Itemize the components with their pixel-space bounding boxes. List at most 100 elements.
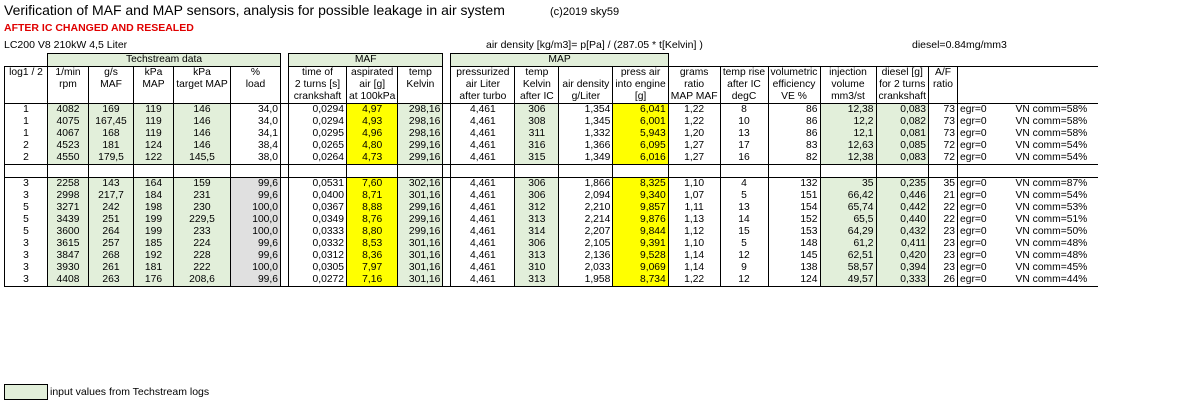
table-cell[interactable]: 4 — [719, 177, 769, 190]
table-cell[interactable]: 4,461 — [450, 152, 516, 165]
header-cell[interactable] — [173, 91, 231, 104]
blank-cell[interactable] — [668, 54, 1097, 67]
table-cell[interactable]: 257 — [88, 238, 134, 250]
table-cell[interactable]: 1 — [4, 103, 48, 116]
table-cell[interactable]: 15 — [719, 226, 769, 238]
table-cell[interactable]: 5 — [719, 190, 769, 202]
table-cell[interactable]: 100,0 — [230, 202, 281, 214]
table-cell[interactable]: VN comm=45% — [1014, 262, 1098, 274]
table-cell[interactable]: 72 — [928, 152, 959, 165]
header-cell[interactable]: load — [230, 79, 281, 91]
header-cell[interactable]: A/F — [928, 66, 959, 79]
table-cell[interactable]: 4,461 — [450, 103, 516, 116]
header-cell[interactable]: kPa — [173, 66, 231, 79]
table-cell[interactable]: 38,0 — [230, 152, 281, 165]
table-cell[interactable]: 0,0265 — [288, 140, 347, 152]
header-cell[interactable]: air [g] — [345, 79, 399, 91]
table-cell[interactable]: egr=0 — [957, 274, 1014, 287]
header-cell[interactable]: pressurized — [450, 66, 516, 79]
table-cell[interactable]: 99,6 — [230, 250, 281, 262]
table-cell[interactable]: 217,7 — [88, 190, 134, 202]
table-cell[interactable]: 167,45 — [88, 116, 134, 128]
group-maf[interactable]: MAF — [287, 53, 444, 67]
table-cell[interactable]: 2,210 — [558, 202, 614, 214]
table-cell[interactable]: 198 — [133, 202, 174, 214]
table-cell[interactable]: 99,6 — [230, 177, 281, 190]
table-cell[interactable]: 148 — [767, 238, 821, 250]
header-cell[interactable] — [133, 91, 174, 104]
header-cell[interactable]: g/s — [88, 66, 134, 79]
table-cell[interactable]: 311 — [514, 128, 560, 140]
table-cell[interactable]: 1,13 — [667, 214, 721, 226]
header-cell[interactable]: g/Liter — [558, 91, 614, 104]
table-cell[interactable]: 298,16 — [397, 128, 444, 140]
table-cell[interactable]: egr=0 — [958, 262, 1014, 274]
table-cell[interactable]: egr=0 — [958, 226, 1014, 238]
table-cell[interactable]: 313 — [514, 250, 560, 262]
header-cell[interactable]: [g] — [612, 91, 669, 104]
table-cell[interactable]: 9,391 — [612, 238, 669, 250]
table-cell[interactable]: 6,001 — [612, 116, 669, 128]
table-cell[interactable]: 62,51 — [819, 250, 877, 262]
table-cell[interactable]: 13 — [719, 202, 769, 214]
table-cell[interactable]: 0,0531 — [288, 177, 347, 190]
table-cell[interactable]: 73 — [928, 103, 959, 116]
header-cell[interactable]: time of — [288, 66, 347, 79]
table-cell[interactable]: 208,6 — [173, 274, 231, 287]
table-cell[interactable]: 168 — [88, 128, 134, 140]
table-cell[interactable]: 313 — [514, 214, 560, 226]
table-cell[interactable]: 23 — [928, 262, 959, 274]
table-cell[interactable]: 34,0 — [230, 103, 281, 116]
table-cell[interactable]: 9,844 — [612, 226, 669, 238]
table-cell[interactable]: VN comm=44% — [1013, 274, 1098, 287]
table-cell[interactable]: 306 — [514, 190, 560, 202]
table-cell[interactable]: 1,10 — [667, 177, 721, 190]
table-cell[interactable]: 299,16 — [397, 152, 444, 165]
table-cell[interactable]: 3 — [4, 262, 48, 274]
table-cell[interactable]: 242 — [88, 202, 134, 214]
table-cell[interactable]: 0,446 — [875, 190, 930, 202]
table-cell[interactable]: 298,16 — [397, 103, 444, 116]
table-cell[interactable]: 0,083 — [875, 103, 930, 116]
table-cell[interactable]: 124 — [133, 140, 174, 152]
table-cell[interactable]: 146 — [173, 116, 231, 128]
table-cell[interactable]: 176 — [133, 274, 174, 287]
table-cell[interactable]: 9,857 — [612, 202, 669, 214]
table-cell[interactable]: 185 — [133, 238, 174, 250]
table-cell[interactable]: 58,57 — [819, 262, 877, 274]
header-cell[interactable]: 1/min — [47, 66, 89, 79]
table-cell[interactable]: 3600 — [47, 226, 89, 238]
table-cell[interactable]: 7,16 — [345, 274, 399, 287]
table-cell[interactable]: 302,16 — [397, 177, 444, 190]
header-cell[interactable]: temp — [397, 66, 444, 79]
header-cell[interactable] — [4, 91, 48, 104]
table-cell[interactable]: 0,081 — [875, 128, 930, 140]
header-cell[interactable]: kPa — [133, 66, 174, 79]
table-cell[interactable]: 4,96 — [345, 128, 399, 140]
table-cell[interactable]: 23 — [928, 238, 959, 250]
table-cell[interactable]: 1,10 — [667, 238, 721, 250]
table-cell[interactable]: 4,461 — [450, 274, 516, 287]
table-cell[interactable]: 3847 — [47, 250, 89, 262]
table-cell[interactable]: 132 — [767, 177, 821, 190]
table-cell[interactable]: 229,5 — [173, 214, 231, 226]
table-cell[interactable]: 1,958 — [558, 274, 614, 287]
group-techstream[interactable]: Techstream data — [47, 53, 281, 67]
table-cell[interactable]: 1,866 — [558, 177, 614, 190]
table-cell[interactable]: 306 — [514, 103, 560, 116]
table-cell[interactable]: 1 — [4, 128, 48, 140]
table-cell[interactable]: 23 — [928, 250, 959, 262]
table-cell[interactable]: 0,0305 — [288, 262, 347, 274]
table-cell[interactable]: 164 — [133, 177, 174, 190]
header-cell[interactable]: temp rise — [719, 66, 769, 79]
table-cell[interactable]: 4,73 — [345, 152, 399, 165]
table-cell[interactable]: 12,38 — [819, 103, 877, 116]
table-cell[interactable]: 264 — [88, 226, 134, 238]
table-cell[interactable]: 299,16 — [397, 226, 444, 238]
table-cell[interactable]: 199 — [133, 214, 174, 226]
table-cell[interactable]: 310 — [514, 262, 560, 274]
table-cell[interactable]: 9,876 — [612, 214, 669, 226]
table-cell[interactable]: 1,22 — [667, 103, 721, 116]
table-cell[interactable]: 8,76 — [345, 214, 399, 226]
table-cell[interactable]: 1,20 — [667, 128, 721, 140]
